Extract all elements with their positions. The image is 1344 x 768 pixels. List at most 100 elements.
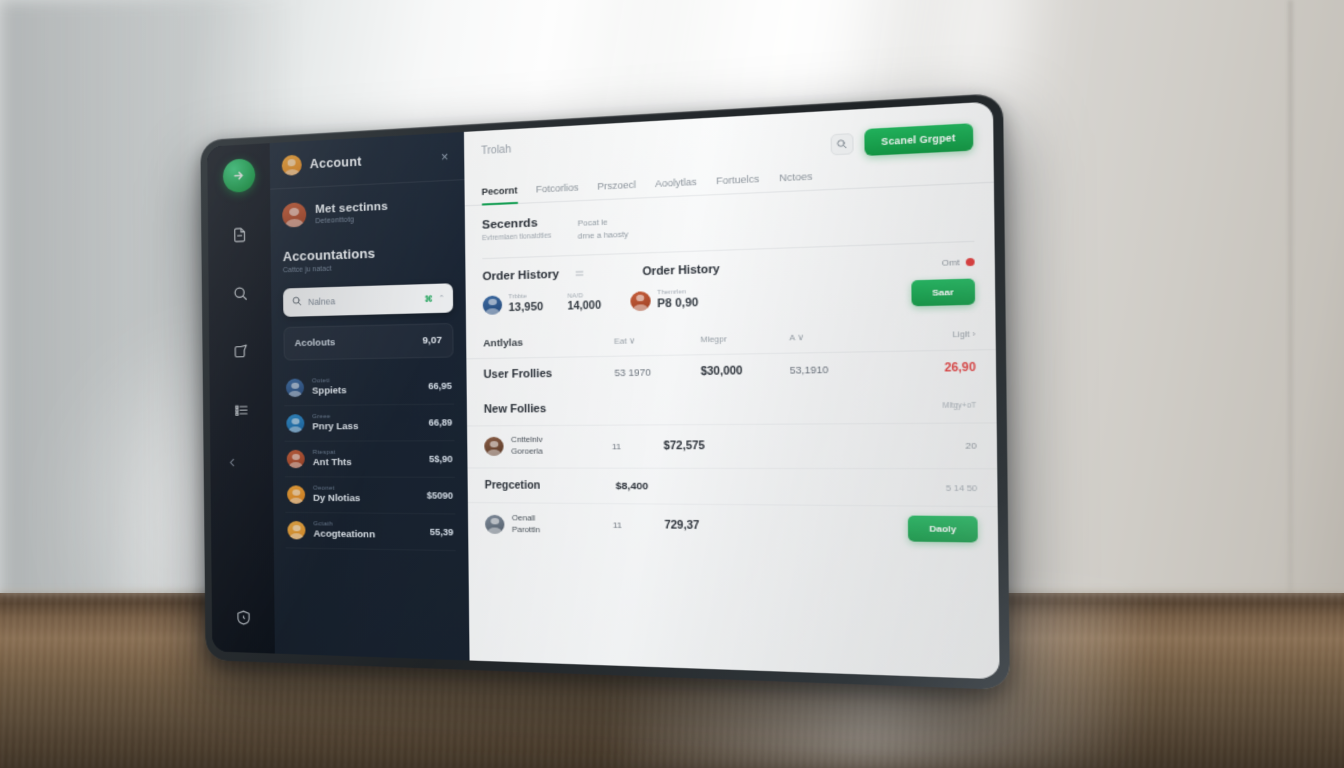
tablet-bezel: Account × Met sectinns Deteonttotg Accou…: [200, 93, 1010, 690]
projection-amount: $8,400: [616, 481, 946, 495]
projection-row: Pregcetion $8,400 5 14 50: [468, 467, 998, 506]
avatar: [287, 521, 305, 540]
accounts-total-value: 9,07: [422, 335, 441, 347]
order-history-title-secondary: Order History: [642, 263, 719, 279]
close-icon[interactable]: ×: [438, 148, 452, 165]
icon-rail: [207, 143, 275, 653]
list-item-category: Rtespat: [313, 450, 352, 456]
tab-prszoecl[interactable]: Prszoecl: [597, 179, 636, 199]
list-icon[interactable]: [225, 393, 257, 426]
search-input[interactable]: Nalnea ⌘ ⌃: [283, 283, 453, 317]
profile-name: Met sectinns: [315, 200, 388, 216]
sidebar-profile[interactable]: Met sectinns Deteonttotg: [270, 180, 465, 241]
list-item[interactable]: Greee Pnry Lass 66,89: [284, 405, 454, 442]
order-middle-entry: NA/D 14,000: [567, 292, 601, 312]
order-action-button[interactable]: Saar: [911, 279, 975, 307]
person-count: 11: [613, 520, 665, 530]
list-item-label: Acogteationn: [313, 528, 375, 540]
scene: Account × Met sectinns Deteonttotg Accou…: [0, 0, 1344, 768]
clock-icon[interactable]: [228, 602, 258, 633]
analytics-col-2[interactable]: A ∨: [789, 331, 881, 343]
list-item-category: Greee: [312, 414, 358, 420]
order-middle-caption: NA/D: [567, 292, 601, 299]
order-left-caption: Trbbte: [508, 293, 543, 300]
list-item[interactable]: Rtespat Ant Thts 5$,90: [285, 441, 455, 478]
list-item-label: Pnry Lass: [312, 421, 358, 433]
order-right-caption: Themrlen: [657, 289, 698, 297]
power-logo-icon[interactable]: [222, 158, 255, 193]
search-icon[interactable]: [224, 276, 256, 309]
search-icon: [291, 293, 302, 312]
analytics-col-3[interactable]: Liglt ›: [881, 329, 976, 341]
tablet-screen: Account × Met sectinns Deteonttotg Accou…: [207, 101, 999, 679]
summary-note: Pocat le drne a haosty: [578, 213, 629, 242]
projection-title: Pregcetion: [485, 480, 616, 492]
avatar: [484, 437, 503, 456]
accounts-total: Acolouts 9,07: [283, 323, 453, 361]
person-count: 11: [612, 441, 664, 451]
list-item-value: 5$,90: [429, 454, 453, 464]
tab-pecornt[interactable]: Pecornt: [482, 185, 518, 205]
search-icon[interactable]: [830, 132, 853, 154]
row-label: User Frollies: [483, 367, 614, 382]
tab-fortuelcs[interactable]: Fortuelcs: [716, 173, 759, 194]
list-item-value: $5090: [427, 490, 453, 501]
sidebar-section: Accountations Cattce ju natact: [271, 234, 466, 281]
person-right-value: 20: [965, 440, 976, 450]
profile-subtitle: Deteonttotg: [315, 214, 388, 224]
tab-nctoes[interactable]: Nctoes: [779, 171, 812, 191]
analytics-title: Antlylas: [483, 336, 614, 350]
order-right-value: P8 0,90: [657, 297, 698, 311]
order-left-value: 13,950: [508, 301, 543, 315]
new-profiles-title: New Follies: [484, 403, 546, 416]
main-panel: Trolah Scanel Grgpet Pecornt Fotcorlios …: [464, 101, 1000, 679]
list-item-category: Gctath: [313, 521, 375, 528]
avatar: [287, 450, 305, 468]
order-history-title: Order History: [482, 268, 559, 283]
list-item-label: Sppiets: [312, 385, 347, 397]
avatar: [485, 514, 504, 533]
row-value-1: $30,000: [701, 365, 790, 378]
order-right-entry: Themrlen P8 0,90: [630, 289, 699, 311]
section-title: Accountations: [283, 242, 453, 264]
order-middle-value: 14,000: [567, 300, 601, 313]
wall-corner: [1289, 0, 1292, 640]
user-avatar-orange: [282, 155, 302, 176]
main-search-input[interactable]: Trolah: [481, 142, 511, 157]
tab-aoolytlas[interactable]: Aoolytlas: [655, 176, 697, 196]
order-left-entry: Trbbte 13,950: [483, 293, 544, 315]
edit-icon[interactable]: [225, 335, 257, 368]
avatar: [630, 291, 650, 311]
analytics-col-1[interactable]: Mlegpr: [700, 333, 789, 345]
person-amount: $72,575: [664, 439, 966, 452]
account-sidebar: Account × Met sectinns Deteonttotg Accou…: [270, 132, 470, 661]
chevron-left-icon[interactable]: [220, 452, 244, 472]
analytics-col-0[interactable]: Eat ∨: [614, 335, 700, 346]
avatar: [483, 295, 502, 314]
list-item-category: Ooteti: [312, 378, 347, 385]
search-shortcut: ⌘: [424, 294, 432, 304]
list-item[interactable]: Oeonet Dy Nlotias $5090: [285, 477, 455, 514]
list-item-label: Ant Thts: [313, 457, 352, 468]
document-icon[interactable]: [223, 218, 255, 251]
tab-fotcorlios[interactable]: Fotcorlios: [536, 182, 579, 202]
row-value-2: 53,1910: [790, 364, 882, 377]
table-row[interactable]: Oenall Parottln 11 729,37 Daoly: [468, 502, 998, 553]
table-row[interactable]: Cnttelnlv Goroerla 11 $72,575 20: [467, 423, 997, 469]
account-list: Ooteti Sppiets 66,95 Greee Pnry Lass 66,…: [272, 368, 468, 552]
avatar: [287, 485, 305, 503]
summary-title: Secenrds: [482, 216, 551, 232]
list-item-value: 66,89: [429, 417, 453, 428]
person-name: Oenall Parottln: [512, 513, 613, 537]
person-amount: 729,37: [664, 520, 908, 535]
status-dot-icon: [966, 258, 975, 266]
row-highlight-value: 26,90: [881, 362, 976, 376]
list-item[interactable]: Gctath Acogteationn 55,39: [285, 513, 455, 551]
sidebar-title: Account: [310, 154, 362, 171]
menu-icon[interactable]: [574, 268, 584, 280]
projection-action-button[interactable]: Daoly: [908, 516, 978, 543]
list-item-value: 66,95: [428, 381, 452, 392]
avatar: [282, 202, 306, 227]
chevron-down-icon: ⌃: [438, 294, 444, 303]
list-item[interactable]: Ooteti Sppiets 66,95: [284, 368, 454, 406]
